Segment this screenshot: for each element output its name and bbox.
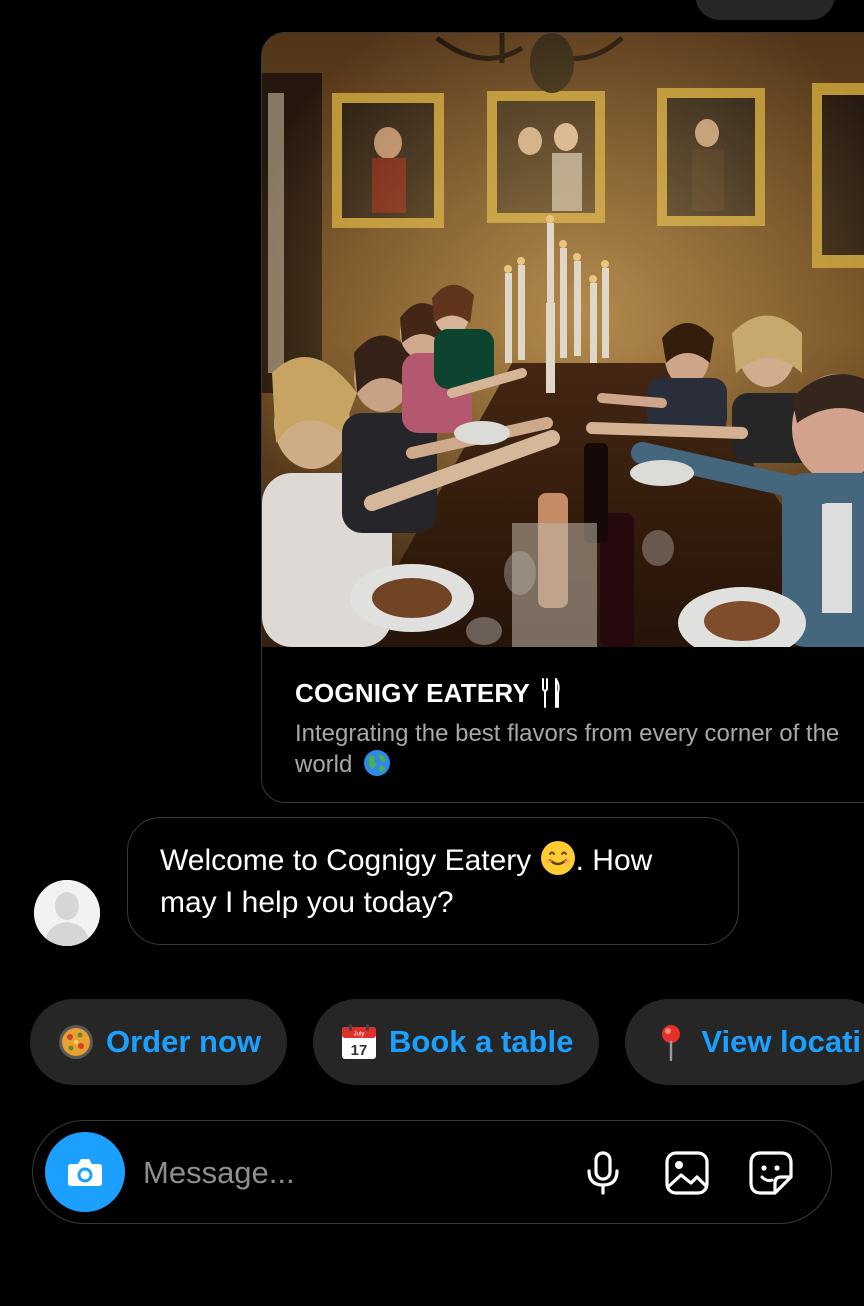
quick-replies: Order now July 17 Book a table View loca… xyxy=(30,999,864,1085)
default-user-avatar-icon xyxy=(34,880,100,946)
message-composer xyxy=(32,1120,832,1224)
avatar xyxy=(34,880,100,946)
fork-knife-icon xyxy=(541,678,560,708)
restaurant-photo xyxy=(262,33,864,647)
microphone-icon[interactable] xyxy=(577,1147,629,1199)
svg-text:July: July xyxy=(354,1032,365,1038)
quick-reply-book-table[interactable]: July 17 Book a table xyxy=(313,999,600,1085)
card-subtitle: Integrating the best flavors from every … xyxy=(295,718,855,780)
card-title: COGNIGY EATERY xyxy=(295,677,530,708)
camera-button[interactable] xyxy=(45,1132,125,1212)
quick-reply-label: View locati xyxy=(701,1024,862,1059)
previous-message-bubble xyxy=(695,0,835,20)
location-pin-icon xyxy=(662,1025,681,1062)
message-input[interactable] xyxy=(141,1147,545,1199)
smiling-face-icon xyxy=(540,841,575,875)
bot-message-text: Welcome to Cognigy Eatery . How may I he… xyxy=(160,840,706,924)
bot-message-bubble: Welcome to Cognigy Eatery . How may I he… xyxy=(127,817,739,945)
calendar-icon: July 17 xyxy=(342,1024,377,1059)
image-icon[interactable] xyxy=(661,1147,713,1199)
svg-text:17: 17 xyxy=(351,1042,368,1059)
card-title-row: COGNIGY EATERY xyxy=(295,677,562,709)
paella-pan-icon xyxy=(59,1025,93,1059)
message-text-part-1: Welcome to Cognigy Eatery xyxy=(160,844,532,877)
globe-icon xyxy=(364,750,391,776)
quick-reply-label: Book a table xyxy=(389,1024,574,1059)
camera-icon xyxy=(68,1159,102,1186)
generic-template-card[interactable]: COGNIGY EATERY Integrating the best flav… xyxy=(261,32,864,803)
quick-reply-view-locations[interactable]: View locati xyxy=(625,999,864,1085)
sticker-icon[interactable] xyxy=(745,1147,797,1199)
quick-reply-order-now[interactable]: Order now xyxy=(30,999,288,1085)
quick-reply-label: Order now xyxy=(106,1024,262,1059)
